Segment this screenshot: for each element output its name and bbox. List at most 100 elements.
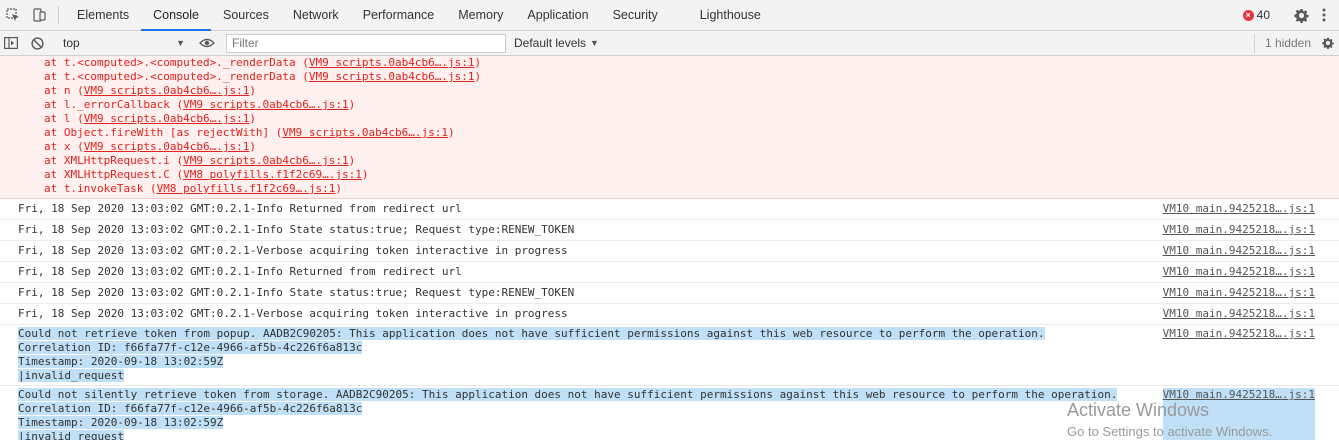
console-message: Fri, 18 Sep 2020 13:03:02 GMT:0.2.1-Verb…	[0, 241, 1339, 262]
message-line-text: Timestamp: 2020-09-18 13:02:59Z	[18, 355, 224, 368]
tab-lighthouse[interactable]: Lighthouse	[688, 0, 773, 30]
message-line: Correlation ID: f66fa77f-c12e-4966-af5b-…	[18, 341, 1045, 355]
tab-elements[interactable]: Elements	[65, 0, 141, 30]
message-line: Timestamp: 2020-09-18 13:02:59Z	[18, 355, 1045, 369]
message-line: |invalid_request	[18, 430, 1117, 440]
message-source-link[interactable]: VM10 main.9425218….js:1	[1163, 244, 1315, 258]
stack-frame-function: at l (	[44, 112, 84, 125]
message-line-text: Timestamp: 2020-09-18 13:02:59Z	[18, 416, 224, 429]
message-line: Could not silently retrieve token from s…	[18, 388, 1118, 402]
stack-frame: at t.<computed>.<computed>._renderData (…	[44, 70, 1339, 84]
stack-frame-suffix: )	[249, 140, 256, 153]
hidden-messages-count: 1 hidden	[1253, 33, 1317, 53]
console-settings-icon[interactable]	[1317, 37, 1339, 49]
stack-frame-suffix: )	[361, 168, 369, 181]
stack-frame-source-link[interactable]: VM9 scripts.0ab4cb6….js:1	[183, 154, 349, 167]
message-text: Fri, 18 Sep 2020 13:03:02 GMT:0.2.1-Info…	[18, 223, 575, 236]
message-line: Could not retrieve token from popup. AAD…	[18, 327, 1045, 341]
tab-security[interactable]: Security	[601, 0, 670, 30]
message-text: Fri, 18 Sep 2020 13:03:02 GMT:0.2.1-Verb…	[18, 307, 568, 320]
message-line: |invalid_request	[18, 369, 1045, 383]
console-message: Fri, 18 Sep 2020 13:03:02 GMT:0.2.1-Info…	[0, 283, 1339, 304]
console-message-multiline: Could not silently retrieve token from s…	[0, 386, 1339, 440]
toolbar-divider	[58, 6, 59, 24]
tab-network[interactable]: Network	[281, 0, 351, 30]
log-messages: Fri, 18 Sep 2020 13:03:02 GMT:0.2.1-Info…	[0, 199, 1339, 325]
message-line: Correlation ID: f66fa77f-c12e-4966-af5b-…	[18, 402, 1117, 416]
message-line-text: |invalid_request	[18, 369, 124, 382]
message-source-link[interactable]: VM10 main.9425218….js:1	[1163, 327, 1315, 383]
stack-frame: at x (VM9 scripts.0ab4cb6….js:1)	[44, 140, 1339, 154]
stack-frame-source-link[interactable]: VM8 polyfills.f1f2c69….js:1	[183, 168, 362, 181]
error-counter[interactable]: × 40	[1242, 8, 1270, 22]
message-text: Fri, 18 Sep 2020 13:03:02 GMT:0.2.1-Info…	[18, 202, 462, 215]
filter-input[interactable]	[226, 33, 506, 53]
more-options-icon[interactable]	[1317, 8, 1331, 22]
dropdown-arrow-icon: ▼	[590, 38, 599, 48]
stack-frame-suffix: )	[249, 84, 256, 97]
stack-frame: at XMLHttpRequest.C (VM8 polyfills.f1f2c…	[44, 168, 1339, 182]
console-message: Fri, 18 Sep 2020 13:03:02 GMT:0.2.1-Info…	[0, 220, 1339, 241]
stack-frame: at t.invokeTask (VM8 polyfills.f1f2c69….…	[44, 182, 1339, 196]
stack-frame-source-link[interactable]: VM9 scripts.0ab4cb6….js:1	[84, 112, 250, 125]
tab-application[interactable]: Application	[515, 0, 600, 30]
console-message: Fri, 18 Sep 2020 13:03:02 GMT:0.2.1-Info…	[0, 262, 1339, 283]
stack-frame-suffix: )	[335, 182, 343, 195]
message-source-link[interactable]: VM10 main.9425218….js:1	[1163, 223, 1315, 237]
error-count: 40	[1256, 8, 1270, 22]
tab-performance[interactable]: Performance	[351, 0, 447, 30]
stack-frame-source-link[interactable]: VM9 scripts.0ab4cb6….js:1	[309, 56, 475, 69]
stack-frame-function: at t.<computed>.<computed>._renderData (	[44, 56, 309, 69]
message-source-link[interactable]: VM10 main.9425218….js:1	[1162, 388, 1315, 440]
device-toolbar-icon[interactable]	[26, 0, 52, 30]
message-source-link[interactable]: VM10 main.9425218….js:1	[1163, 265, 1315, 279]
message-text: Fri, 18 Sep 2020 13:03:02 GMT:0.2.1-Info…	[18, 265, 462, 278]
stack-frame-source-link[interactable]: VM9 scripts.0ab4cb6….js:1	[183, 98, 349, 111]
message-source-link[interactable]: VM10 main.9425218….js:1	[1163, 307, 1315, 321]
devtools-tabbar: Elements Console Sources Network Performance…	[0, 0, 1339, 31]
inspect-element-icon[interactable]	[0, 0, 26, 30]
stack-frame-function: at t.invokeTask (	[44, 182, 157, 195]
panel-tabs: Elements Console Sources Network Performance…	[65, 0, 773, 31]
stack-frame: at XMLHttpRequest.i (VM9 scripts.0ab4cb6…	[44, 154, 1339, 168]
stack-frame-source-link[interactable]: VM9 scripts.0ab4cb6….js:1	[309, 70, 475, 83]
live-expression-eye-icon[interactable]	[192, 38, 222, 48]
message-lines: Could not silently retrieve token from s…	[18, 388, 1118, 440]
stack-frame-source-link[interactable]: VM9 scripts.0ab4cb6….js:1	[282, 126, 448, 139]
context-value: top	[63, 36, 80, 50]
console-message-multiline: Could not retrieve token from popup. AAD…	[0, 325, 1339, 386]
stack-frame-suffix: )	[348, 154, 356, 167]
dropdown-arrow-icon: ▼	[176, 38, 185, 48]
stack-frame: at n (VM9 scripts.0ab4cb6….js:1)	[44, 84, 1339, 98]
error-stack-trace: at t.<computed>.<computed>._renderData (…	[0, 56, 1339, 199]
tab-sources[interactable]: Sources	[211, 0, 281, 30]
tab-memory[interactable]: Memory	[446, 0, 515, 30]
stack-frame-source-link[interactable]: VM9 scripts.0ab4cb6….js:1	[84, 140, 250, 153]
context-selector[interactable]: top ▼	[53, 34, 191, 53]
clear-console-icon[interactable]	[22, 36, 52, 50]
stack-frame-function: at t.<computed>.<computed>._renderData (	[44, 70, 309, 83]
console-toolbar: top ▼ Default levels ▼ 1 hidden	[0, 31, 1339, 56]
log-levels-dropdown[interactable]: Default levels ▼	[514, 36, 599, 50]
message-line-text: Could not retrieve token from popup. AAD…	[18, 327, 1045, 340]
selected-log-messages: Could not retrieve token from popup. AAD…	[0, 325, 1339, 440]
message-source-link[interactable]: VM10 main.9425218….js:1	[1163, 286, 1315, 300]
stack-frame-function: at Object.fireWith [as rejectWith] (	[44, 126, 283, 139]
message-text: Fri, 18 Sep 2020 13:03:02 GMT:0.2.1-Info…	[18, 286, 575, 299]
console-message: Fri, 18 Sep 2020 13:03:02 GMT:0.2.1-Info…	[0, 199, 1339, 220]
message-line: Timestamp: 2020-09-18 13:02:59Z	[18, 416, 1117, 430]
stack-frame-function: at n (	[44, 84, 84, 97]
message-text: Fri, 18 Sep 2020 13:03:02 GMT:0.2.1-Verb…	[18, 244, 568, 257]
stack-frame-source-link[interactable]: VM8 polyfills.f1f2c69….js:1	[157, 182, 336, 195]
stack-frame-suffix: )	[448, 126, 455, 139]
console-messages[interactable]: at t.<computed>.<computed>._renderData (…	[0, 56, 1339, 440]
log-levels-label: Default levels	[514, 36, 587, 50]
tab-console[interactable]: Console	[141, 0, 211, 31]
message-source-link[interactable]: VM10 main.9425218….js:1	[1163, 202, 1315, 216]
settings-gear-icon[interactable]	[1291, 8, 1311, 23]
stack-frame-suffix: )	[474, 70, 482, 83]
message-line-text: |invalid_request	[18, 430, 124, 440]
stack-frame-source-link[interactable]: VM9 scripts.0ab4cb6….js:1	[84, 84, 250, 97]
stack-frame: at Object.fireWith [as rejectWith] (VM9 …	[44, 126, 1339, 140]
sidebar-toggle-icon[interactable]	[0, 37, 22, 49]
